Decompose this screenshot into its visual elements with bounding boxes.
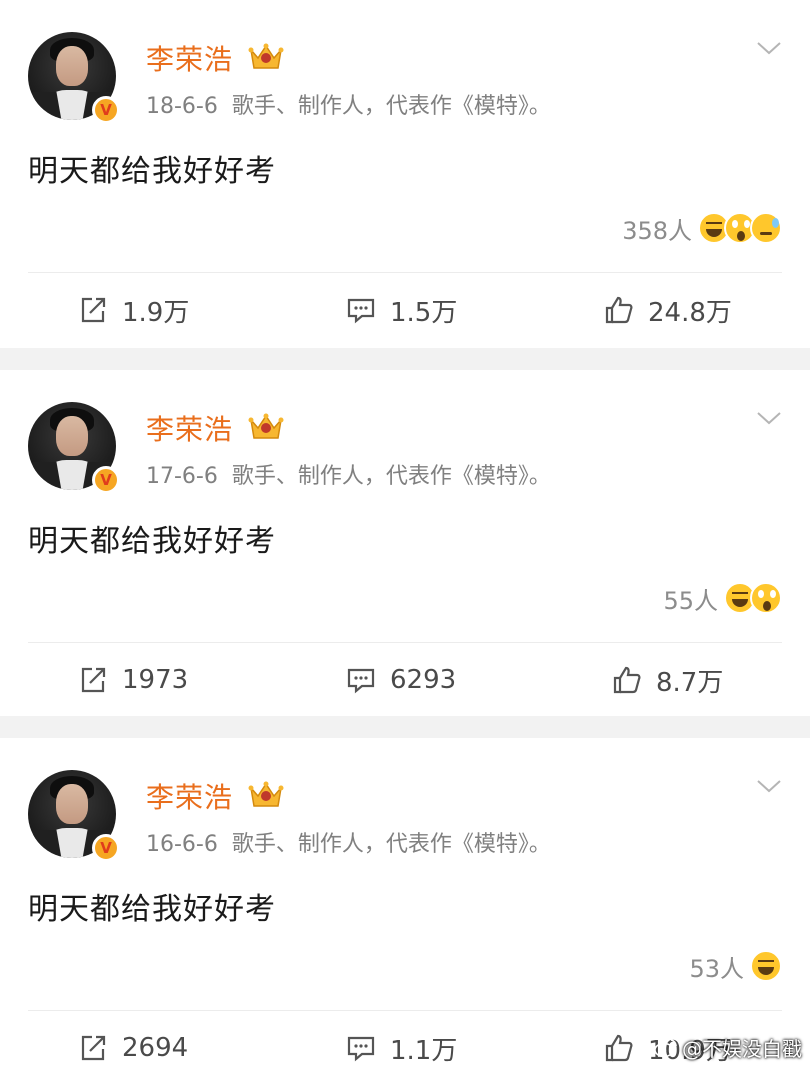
post-meta: 16-6-6 歌手、制作人，代表作《模特》。: [146, 826, 551, 858]
like-count: 24.8万: [648, 297, 732, 328]
verified-badge: V: [92, 466, 120, 494]
reaction-count: 358人: [622, 216, 692, 245]
divider: [28, 272, 782, 273]
watermark-text: @不娱没白戳: [682, 1037, 802, 1061]
comment-count: 1.1万: [390, 1035, 458, 1066]
reaction-summary[interactable]: 55人: [663, 578, 782, 618]
comment-icon: [347, 298, 375, 324]
repost-icon: [81, 1035, 106, 1061]
comment-button[interactable]: 1.1万: [346, 1024, 457, 1072]
post-meta: 17-6-6 歌手、制作人，代表作《模特》。: [146, 458, 551, 490]
like-button[interactable]: 8.7万: [612, 656, 723, 704]
author-bio: 歌手、制作人，代表作《模特》。: [231, 464, 551, 489]
thumbs-up-icon: [605, 1034, 633, 1062]
weibo-post: V 李荣浩 16-6-6 歌手、制作人，代表作《模特》。 明天都给我好好考 53人…: [0, 738, 810, 1080]
reaction-summary[interactable]: 53人: [689, 946, 782, 986]
post-date: 16-6-6: [146, 832, 218, 857]
reaction-count: 55人: [663, 586, 718, 615]
crown-icon: [248, 43, 284, 69]
post-date: 17-6-6: [146, 464, 218, 489]
like-count: 8.7万: [656, 667, 724, 698]
repost-count: 1.9万: [122, 297, 190, 328]
chevron-down-icon[interactable]: [756, 776, 782, 796]
divider: [28, 1010, 782, 1011]
action-bar: 1973 6293 8.7万: [0, 656, 810, 704]
author-name[interactable]: 李荣浩: [146, 38, 233, 78]
repost-icon: [81, 297, 106, 323]
action-bar: 1.9万 1.5万 24.8万: [0, 286, 810, 334]
grin-emoji-icon: [750, 950, 782, 982]
repost-count: 1973: [122, 665, 189, 695]
comment-count: 1.5万: [390, 297, 458, 328]
crown-icon: [248, 781, 284, 807]
crown-icon: [248, 413, 284, 439]
like-button[interactable]: 24.8万: [604, 286, 732, 334]
post-text: 明天都给我好好考: [28, 892, 276, 927]
reaction-summary[interactable]: 358人: [622, 208, 782, 248]
chevron-down-icon[interactable]: [756, 408, 782, 428]
weibo-logo-icon: [654, 1038, 677, 1057]
shocked-emoji-icon: [750, 582, 782, 614]
post-meta: 18-6-6 歌手、制作人，代表作《模特》。: [146, 88, 551, 120]
author-bio: 歌手、制作人，代表作《模特》。: [231, 832, 551, 857]
repost-button[interactable]: 1973: [78, 656, 188, 704]
chevron-down-icon[interactable]: [756, 38, 782, 58]
verified-badge: V: [92, 834, 120, 862]
watermark: @不娱没白戳: [654, 1033, 802, 1062]
author-name[interactable]: 李荣浩: [146, 776, 233, 816]
reaction-count: 53人: [689, 954, 744, 983]
comment-button[interactable]: 1.5万: [346, 286, 457, 334]
weibo-post: V 李荣浩 17-6-6 歌手、制作人，代表作《模特》。 明天都给我好好考 55人…: [0, 370, 810, 716]
thumbs-up-icon: [605, 296, 633, 324]
thumbs-up-icon: [613, 666, 641, 694]
author-bio: 歌手、制作人，代表作《模特》。: [231, 94, 551, 119]
divider: [28, 642, 782, 643]
weibo-post: V 李荣浩 18-6-6 歌手、制作人，代表作《模特》。 明天都给我好好考 358…: [0, 0, 810, 348]
comment-icon: [347, 1036, 375, 1062]
verified-badge: V: [92, 96, 120, 124]
comment-button[interactable]: 6293: [346, 656, 456, 704]
post-text: 明天都给我好好考: [28, 524, 276, 559]
post-date: 18-6-6: [146, 94, 218, 119]
repost-icon: [81, 667, 106, 693]
author-name[interactable]: 李荣浩: [146, 408, 233, 448]
comment-count: 6293: [390, 665, 457, 695]
comment-icon: [347, 668, 375, 694]
post-text: 明天都给我好好考: [28, 154, 276, 189]
repost-button[interactable]: 1.9万: [78, 286, 189, 334]
repost-count: 2694: [122, 1033, 189, 1063]
sweat-emoji-icon: [750, 212, 782, 244]
repost-button[interactable]: 2694: [78, 1024, 188, 1072]
